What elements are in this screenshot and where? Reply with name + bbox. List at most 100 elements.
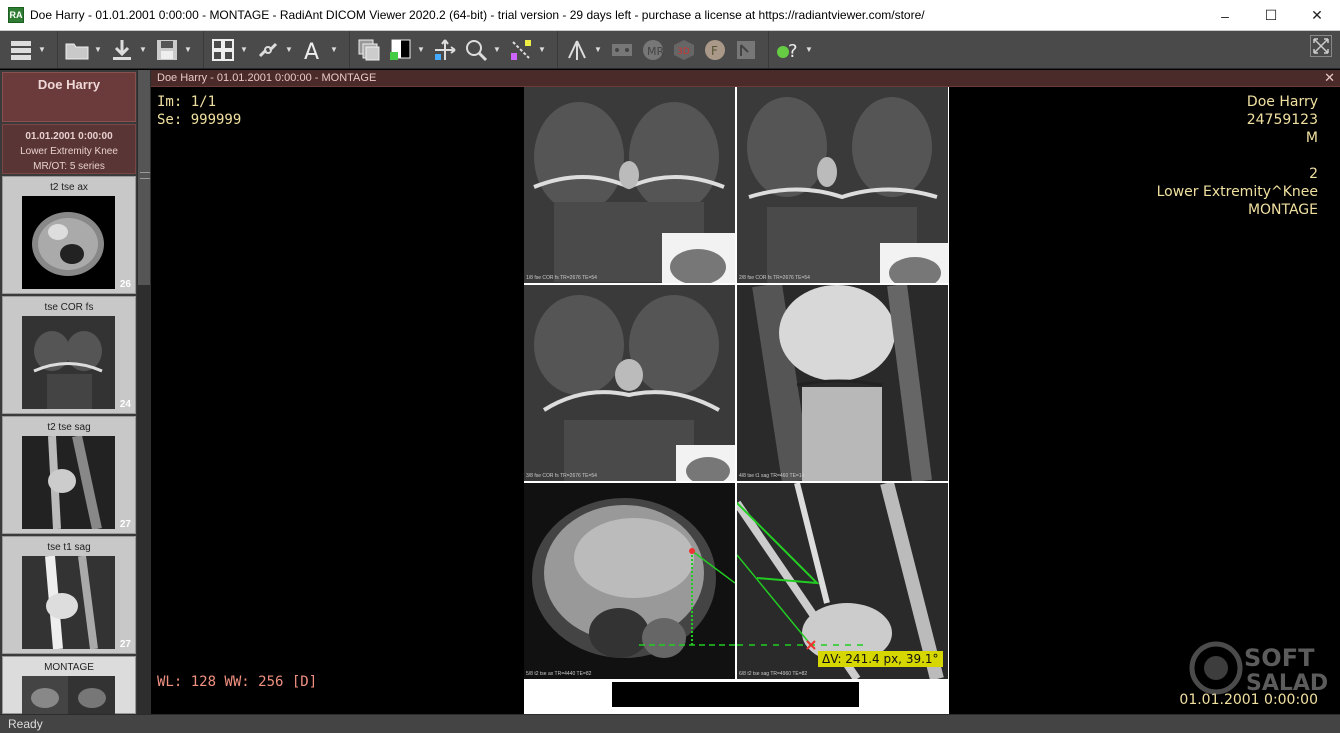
cell-caption: 1/8 fse COR fs TR=2676 TE=54 <box>526 275 597 281</box>
svg-text:F: F <box>711 44 718 58</box>
image-index: Im: 1/1 <box>157 94 217 110</box>
overlay-top-right: Doe Harry 24759123 M 2 Lower Extremity^K… <box>1157 93 1318 219</box>
patient-sex-overlay: M <box>1305 130 1318 146</box>
status-text: Ready <box>8 717 43 731</box>
chevron-down-icon[interactable]: ▼ <box>593 35 603 65</box>
watermark-line2: SALAD <box>1246 671 1328 696</box>
chevron-down-icon[interactable]: ▼ <box>284 35 294 65</box>
chevron-down-icon[interactable]: ▼ <box>329 35 339 65</box>
sidebar-scrollbar[interactable] <box>137 70 151 714</box>
overlay-spacer <box>1157 147 1318 165</box>
montage-cell: 3/8 fse COR fs TR=2676 TE=54 <box>524 285 735 481</box>
chevron-down-icon[interactable]: ▼ <box>183 35 193 65</box>
save-icon[interactable] <box>152 35 182 65</box>
series-thumbnail <box>22 676 115 716</box>
3d-icon[interactable]: 3D <box>669 35 699 65</box>
svg-text:MR: MR <box>647 45 664 58</box>
measurement-label[interactable]: ΔV: 241.4 px, 39.1° <box>818 651 943 667</box>
viewport-title: Doe Harry - 01.01.2001 0:00:00 - MONTAGE <box>157 72 377 84</box>
fusion-icon[interactable]: F <box>700 35 730 65</box>
montage-image[interactable]: 1/8 fse COR fs TR=2676 TE=54 2/8 fse COR… <box>524 87 949 714</box>
viewport-header: Doe Harry - 01.01.2001 0:00:00 - MONTAGE… <box>151 70 1340 87</box>
study-sidebar: Doe Harry 01.01.2001 0:00:00 Lower Extre… <box>0 70 151 716</box>
series-label: tse t1 sag <box>47 542 91 553</box>
study-description: Lower Extremity Knee <box>20 146 118 157</box>
cell-caption: 6/8 t2 tse sag TR=4960 TE=82 <box>739 671 808 677</box>
series-thumbnail <box>22 196 115 289</box>
overlay-top-left: Im: 1/1 Se: 999999 <box>157 93 241 129</box>
chevron-down-icon[interactable]: ▼ <box>93 35 103 65</box>
chevron-down-icon[interactable]: ▼ <box>492 35 502 65</box>
chevron-down-icon[interactable]: ▼ <box>239 35 249 65</box>
cell-caption: 4/8 tse t1 sag TR=460 TE=14 <box>739 473 805 479</box>
close-button[interactable]: ✕ <box>1294 0 1340 31</box>
layout-grid-icon[interactable] <box>208 35 238 65</box>
chevron-down-icon[interactable]: ▼ <box>37 35 47 65</box>
3d-cursor-icon[interactable] <box>562 35 592 65</box>
montage-label-bar <box>612 682 859 707</box>
help-icon[interactable]: ? <box>773 35 803 65</box>
series-item[interactable]: t2 tse sag 27 <box>2 416 136 534</box>
body-part-overlay: Lower Extremity^Knee <box>1156 184 1318 200</box>
series-label: t2 tse sag <box>47 422 91 433</box>
pan-icon[interactable] <box>430 35 460 65</box>
text-annotation-icon[interactable]: A <box>298 35 328 65</box>
zoom-icon[interactable] <box>461 35 491 65</box>
series-label: tse COR fs <box>44 302 94 313</box>
series-image-count: 26 <box>119 279 131 290</box>
series-number-overlay: 2 <box>1309 166 1318 182</box>
scrollbar-thumb[interactable] <box>138 70 150 285</box>
series-image-count: 27 <box>119 519 131 530</box>
series-thumbnail <box>22 556 115 649</box>
flip-icon[interactable] <box>731 35 761 65</box>
close-icon[interactable]: ✕ <box>1324 70 1335 86</box>
study-card[interactable]: 01.01.2001 0:00:00 Lower Extremity Knee … <box>2 124 136 174</box>
minimize-button[interactable]: – <box>1202 0 1248 31</box>
series-label: t2 tse ax <box>50 182 88 193</box>
montage-cell: 4/8 tse t1 sag TR=460 TE=14 <box>737 285 948 481</box>
chevron-down-icon[interactable]: ▼ <box>804 35 814 65</box>
link-icon[interactable] <box>253 35 283 65</box>
study-date: 01.01.2001 0:00:00 <box>25 131 113 142</box>
cine-icon[interactable] <box>607 35 637 65</box>
series-number: Se: 999999 <box>157 112 242 128</box>
montage-cell: 6/8 t2 tse sag TR=4960 TE=82 <box>737 483 948 679</box>
app-icon: RA <box>8 7 24 23</box>
menu-icon[interactable] <box>6 35 36 65</box>
fullscreen-icon[interactable] <box>1310 35 1332 57</box>
series-label: MONTAGE <box>44 662 94 673</box>
image-viewport[interactable]: Im: 1/1 Se: 999999 Doe Harry 24759123 M … <box>152 87 1340 714</box>
series-description-overlay: MONTAGE <box>1247 202 1318 218</box>
series-item[interactable]: t2 tse ax 26 <box>2 176 136 294</box>
watermark-line1: SOFT <box>1244 644 1315 672</box>
window-level-overlay: WL: 128 WW: 256 [D] <box>157 674 318 690</box>
chevron-down-icon[interactable]: ▼ <box>416 35 426 65</box>
series-item[interactable]: tse t1 sag 27 <box>2 536 136 654</box>
svg-text:3D: 3D <box>677 47 690 57</box>
patient-name[interactable]: Doe Harry <box>2 72 136 122</box>
softsalad-watermark-logo: SOFT SALAD <box>1186 640 1336 696</box>
series-item[interactable]: tse COR fs 24 <box>2 296 136 414</box>
maximize-button[interactable]: ☐ <box>1248 0 1294 31</box>
toolbar: ▼ ▼ ▼ ▼ ▼ ▼ A ▼ ▼ ▼ ▼ ▼ MR 3D F ? ▼ <box>0 31 1340 69</box>
series-item-montage[interactable]: MONTAGE <box>2 656 136 716</box>
open-folder-icon[interactable] <box>62 35 92 65</box>
cell-caption: 3/8 fse COR fs TR=2676 TE=54 <box>526 473 597 479</box>
grip-icon <box>140 172 150 179</box>
window-level-icon[interactable] <box>385 35 415 65</box>
cell-caption: 2/8 fse COR fs TR=2676 TE=54 <box>739 275 810 281</box>
patient-name-overlay: Doe Harry <box>1246 94 1318 110</box>
chevron-down-icon[interactable]: ▼ <box>537 35 547 65</box>
cell-caption: 5/8 t2 tse ax TR=4440 TE=82 <box>526 671 592 677</box>
download-icon[interactable] <box>107 35 137 65</box>
measure-icon[interactable] <box>506 35 536 65</box>
series-stack-icon[interactable] <box>354 35 384 65</box>
series-image-count: 27 <box>119 639 131 650</box>
montage-cell: 5/8 t2 tse ax TR=4440 TE=82 <box>524 483 735 679</box>
series-thumbnail <box>22 436 115 529</box>
montage-cell: 2/8 fse COR fs TR=2676 TE=54 <box>737 87 948 283</box>
chevron-down-icon[interactable]: ▼ <box>138 35 148 65</box>
patient-id-overlay: 24759123 <box>1246 112 1318 128</box>
mpr-icon[interactable]: MR <box>638 35 668 65</box>
status-bar: Ready <box>0 714 1340 733</box>
